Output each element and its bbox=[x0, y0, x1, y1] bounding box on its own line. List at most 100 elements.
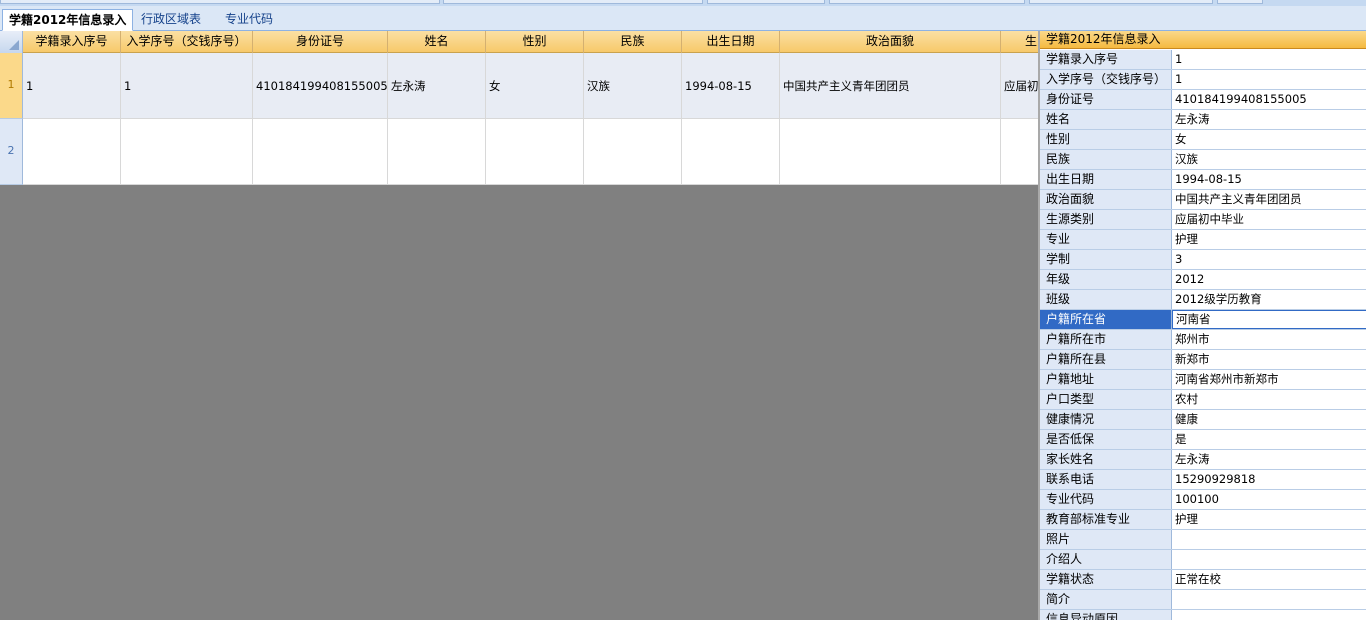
column-header[interactable]: 政治面貌 bbox=[780, 31, 1001, 53]
property-value[interactable]: 应届初中毕业 bbox=[1172, 210, 1366, 229]
property-value[interactable] bbox=[1172, 590, 1366, 609]
property-value[interactable]: 1 bbox=[1172, 50, 1366, 69]
column-header[interactable]: 入学序号（交钱序号） bbox=[121, 31, 253, 53]
table-row[interactable] bbox=[23, 119, 1038, 185]
property-label: 户口类型 bbox=[1040, 390, 1172, 409]
property-value[interactable]: 新郑市 bbox=[1172, 350, 1366, 369]
table-cell[interactable] bbox=[584, 119, 682, 184]
property-value[interactable]: 左永涛 bbox=[1172, 110, 1366, 129]
property-value[interactable]: 2012 bbox=[1172, 270, 1366, 289]
property-row[interactable]: 入学序号（交钱序号） 1 bbox=[1040, 70, 1366, 90]
property-row[interactable]: 户籍所在省 河南省 bbox=[1040, 310, 1366, 330]
property-row[interactable]: 年级 2012 bbox=[1040, 270, 1366, 290]
property-row[interactable]: 学制 3 bbox=[1040, 250, 1366, 270]
column-header[interactable]: 民族 bbox=[584, 31, 682, 53]
table-cell[interactable]: 410184199408155005 bbox=[253, 53, 388, 118]
property-value[interactable]: 1 bbox=[1172, 70, 1366, 89]
select-all-icon bbox=[9, 40, 19, 50]
property-value[interactable]: 女 bbox=[1172, 130, 1366, 149]
top-strip-segment bbox=[829, 0, 1025, 4]
property-row[interactable]: 出生日期 1994-08-15 bbox=[1040, 170, 1366, 190]
property-value[interactable]: 3 bbox=[1172, 250, 1366, 269]
table-cell[interactable]: 应届初 bbox=[1001, 53, 1038, 118]
tab-student-info-2012[interactable]: 学籍2012年信息录入 bbox=[2, 9, 134, 31]
property-value[interactable] bbox=[1172, 550, 1366, 569]
property-value[interactable]: 15290929818 bbox=[1172, 470, 1366, 489]
property-row[interactable]: 民族 汉族 bbox=[1040, 150, 1366, 170]
table-cell[interactable] bbox=[253, 119, 388, 184]
property-row[interactable]: 学籍录入序号 1 bbox=[1040, 50, 1366, 70]
row-header[interactable]: 2 bbox=[0, 119, 23, 185]
property-row[interactable]: 联系电话 15290929818 bbox=[1040, 470, 1366, 490]
property-value[interactable]: 汉族 bbox=[1172, 150, 1366, 169]
column-header[interactable]: 姓名 bbox=[388, 31, 486, 53]
property-row[interactable]: 户籍所在县 新郑市 bbox=[1040, 350, 1366, 370]
property-row[interactable]: 是否低保是 bbox=[1040, 430, 1366, 450]
property-value[interactable]: 1994-08-15 bbox=[1172, 170, 1366, 189]
table-cell[interactable]: 1 bbox=[23, 53, 121, 118]
property-row[interactable]: 户口类型 农村 bbox=[1040, 390, 1366, 410]
table-row[interactable]: 1 1 410184199408155005 左永涛 女 汉族 1994-08-… bbox=[23, 53, 1038, 119]
table-cell[interactable] bbox=[121, 119, 253, 184]
data-grid[interactable]: 学籍录入序号 入学序号（交钱序号） 身份证号 姓名 性别 民族 出生日期 政治面… bbox=[0, 31, 1038, 185]
table-cell[interactable] bbox=[682, 119, 780, 184]
table-cell[interactable]: 中国共产主义青年团团员 bbox=[780, 53, 1001, 118]
property-value[interactable]: 护理 bbox=[1172, 510, 1366, 529]
property-row[interactable]: 学籍状态 正常在校 bbox=[1040, 570, 1366, 590]
table-cell[interactable]: 女 bbox=[486, 53, 584, 118]
table-cell[interactable] bbox=[1001, 119, 1038, 184]
property-value[interactable]: 中国共产主义青年团团员 bbox=[1172, 190, 1366, 209]
property-value[interactable]: 正常在校 bbox=[1172, 570, 1366, 589]
property-value[interactable]: 2012级学历教育 bbox=[1172, 290, 1366, 309]
property-value[interactable]: 410184199408155005 bbox=[1172, 90, 1366, 109]
property-row[interactable]: 生源类别 应届初中毕业 bbox=[1040, 210, 1366, 230]
property-value[interactable]: 河南省 bbox=[1172, 310, 1366, 329]
tab-admin-regions[interactable]: 行政区域表 bbox=[135, 9, 207, 31]
property-value[interactable]: 郑州市 bbox=[1172, 330, 1366, 349]
property-value[interactable]: 健康 bbox=[1172, 410, 1366, 429]
property-row[interactable]: 身份证号 410184199408155005 bbox=[1040, 90, 1366, 110]
property-label: 家长姓名 bbox=[1040, 450, 1172, 469]
panel-title: 学籍2012年信息录入 bbox=[1040, 31, 1366, 49]
property-value[interactable]: 河南省郑州市新郑市 bbox=[1172, 370, 1366, 389]
table-cell[interactable]: 汉族 bbox=[584, 53, 682, 118]
property-row[interactable]: 户籍地址 河南省郑州市新郑市 bbox=[1040, 370, 1366, 390]
table-cell[interactable]: 1 bbox=[121, 53, 253, 118]
property-row[interactable]: 专业代码 100100 bbox=[1040, 490, 1366, 510]
property-value[interactable]: 左永涛 bbox=[1172, 450, 1366, 469]
column-header[interactable]: 出生日期 bbox=[682, 31, 780, 53]
property-row[interactable]: 信息异动原因 bbox=[1040, 610, 1366, 620]
property-row[interactable]: 简介 bbox=[1040, 590, 1366, 610]
column-header[interactable]: 性别 bbox=[486, 31, 584, 53]
table-cell[interactable] bbox=[388, 119, 486, 184]
property-value[interactable]: 农村 bbox=[1172, 390, 1366, 409]
property-row[interactable]: 性别女 bbox=[1040, 130, 1366, 150]
column-header[interactable]: 身份证号 bbox=[253, 31, 388, 53]
property-row[interactable]: 家长姓名 左永涛 bbox=[1040, 450, 1366, 470]
table-cell[interactable]: 1994-08-15 bbox=[682, 53, 780, 118]
column-header[interactable]: 生 bbox=[1001, 31, 1038, 53]
row-header[interactable]: 1 bbox=[0, 53, 23, 119]
column-header[interactable]: 学籍录入序号 bbox=[23, 31, 121, 53]
property-row[interactable]: 教育部标准专业 护理 bbox=[1040, 510, 1366, 530]
property-row[interactable]: 照片 bbox=[1040, 530, 1366, 550]
property-row[interactable]: 班级 2012级学历教育 bbox=[1040, 290, 1366, 310]
property-row[interactable]: 姓名 左永涛 bbox=[1040, 110, 1366, 130]
property-row[interactable]: 介绍人 bbox=[1040, 550, 1366, 570]
table-cell[interactable]: 左永涛 bbox=[388, 53, 486, 118]
property-value[interactable] bbox=[1172, 610, 1366, 620]
property-row[interactable]: 政治面貌 中国共产主义青年团团员 bbox=[1040, 190, 1366, 210]
property-row[interactable]: 专业 护理 bbox=[1040, 230, 1366, 250]
property-row[interactable]: 户籍所在市 郑州市 bbox=[1040, 330, 1366, 350]
table-cell[interactable] bbox=[780, 119, 1001, 184]
table-cell[interactable] bbox=[486, 119, 584, 184]
property-label: 学籍录入序号 bbox=[1040, 50, 1172, 69]
table-cell[interactable] bbox=[23, 119, 121, 184]
select-all-corner[interactable] bbox=[0, 31, 23, 53]
property-value[interactable]: 护理 bbox=[1172, 230, 1366, 249]
tab-major-codes[interactable]: 专业代码 bbox=[219, 9, 279, 31]
property-value[interactable]: 100100 bbox=[1172, 490, 1366, 509]
property-value[interactable]: 是 bbox=[1172, 430, 1366, 449]
property-value[interactable] bbox=[1172, 530, 1366, 549]
property-row[interactable]: 健康情况 健康 bbox=[1040, 410, 1366, 430]
